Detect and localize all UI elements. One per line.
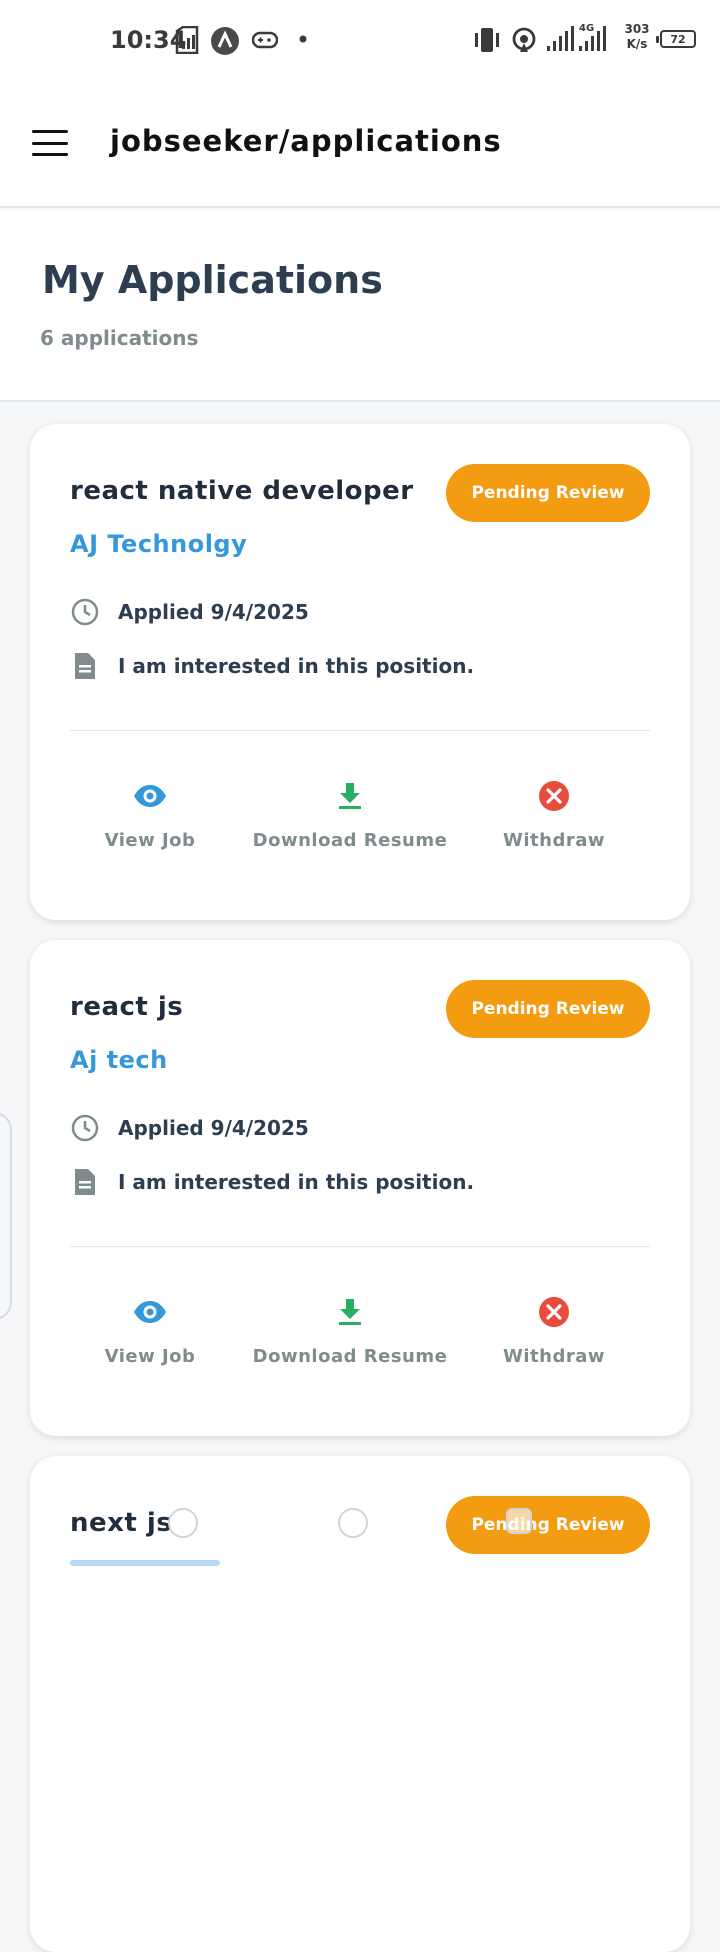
download-resume-label: Download Resume: [252, 830, 448, 851]
app-bar: jobseeker/applications: [0, 80, 720, 208]
download-resume-button[interactable]: Download Resume: [253, 1294, 447, 1374]
signal-4g-icon: 4G: [579, 23, 606, 51]
app-bar-title: jobseeker/applications: [110, 124, 502, 158]
dot-icon: [299, 35, 307, 43]
download-icon: [332, 1294, 368, 1330]
company-name[interactable]: AJ Technolgy: [70, 530, 247, 558]
application-card: react native developer Pending Review AJ…: [30, 424, 690, 920]
download-icon: [332, 778, 368, 814]
cover-note: I am interested in this position.: [118, 654, 475, 678]
status-badge: Pending Review: [446, 464, 650, 522]
hotspot-icon: [512, 27, 536, 52]
cover-note-row: I am interested in this position.: [70, 1164, 474, 1200]
eye-icon: [132, 778, 168, 814]
speed-value: 303: [624, 22, 650, 36]
hamburger-menu-icon[interactable]: [32, 130, 68, 156]
download-resume-label: Download Resume: [252, 1346, 448, 1367]
document-icon: [70, 1167, 100, 1197]
signal-icon: [547, 26, 574, 51]
applied-date: Applied 9/4/2025: [118, 1116, 309, 1140]
withdraw-button[interactable]: Withdraw: [503, 1294, 605, 1374]
job-title: react native developer: [70, 476, 414, 506]
document-icon: [70, 651, 100, 681]
withdraw-label: Withdraw: [503, 1346, 605, 1367]
eye-icon: [132, 1294, 168, 1330]
job-title: next js: [70, 1508, 173, 1538]
view-job-button[interactable]: View Job: [102, 1294, 198, 1374]
clock-icon: [70, 1113, 100, 1143]
page-title: My Applications: [42, 258, 383, 302]
view-job-button[interactable]: View Job: [102, 778, 198, 858]
divider: [70, 730, 650, 731]
vibrate-icon: [475, 28, 499, 52]
speed-unit: K/s: [626, 37, 648, 51]
applied-date: Applied 9/4/2025: [118, 600, 309, 624]
view-job-label: View Job: [104, 830, 196, 851]
cover-note: I am interested in this position.: [118, 1170, 475, 1194]
side-drawer-handle[interactable]: [0, 1112, 12, 1320]
view-job-label: View Job: [104, 1346, 196, 1367]
status-bar: 10:34 4G 303 K/s 72: [0, 0, 720, 80]
a-circle-icon: [211, 27, 239, 55]
gamepad-icon: [252, 31, 278, 49]
status-badge: Pending Review: [446, 980, 650, 1038]
company-name-placeholder: [70, 1560, 220, 1566]
clock-icon: [70, 597, 100, 627]
network-speed: 303 K/s: [620, 22, 654, 52]
divider: [70, 1246, 650, 1247]
applied-date-row: Applied 9/4/2025: [70, 594, 309, 630]
download-resume-button[interactable]: Download Resume: [253, 778, 447, 858]
cover-note-row: I am interested in this position.: [70, 648, 474, 684]
loading-spinner: [168, 1508, 198, 1538]
close-circle-icon: [536, 778, 572, 814]
applied-date-row: Applied 9/4/2025: [70, 1110, 309, 1146]
withdraw-button[interactable]: Withdraw: [503, 778, 605, 858]
page-header: My Applications 6 applications: [0, 210, 720, 402]
status-badge: Pending Review: [446, 1496, 650, 1554]
loading-spinner: [506, 1508, 532, 1534]
application-card: react js Pending Review Aj tech Applied …: [30, 940, 690, 1436]
company-name[interactable]: Aj tech: [70, 1046, 168, 1074]
battery-indicator: 72: [656, 30, 696, 48]
application-count: 6 applications: [40, 326, 199, 350]
loading-spinner: [338, 1508, 368, 1538]
close-circle-icon: [536, 1294, 572, 1330]
sim-card-icon: [175, 26, 199, 54]
job-title: react js: [70, 992, 184, 1022]
withdraw-label: Withdraw: [503, 830, 605, 851]
svg-text:4G: 4G: [579, 23, 594, 34]
